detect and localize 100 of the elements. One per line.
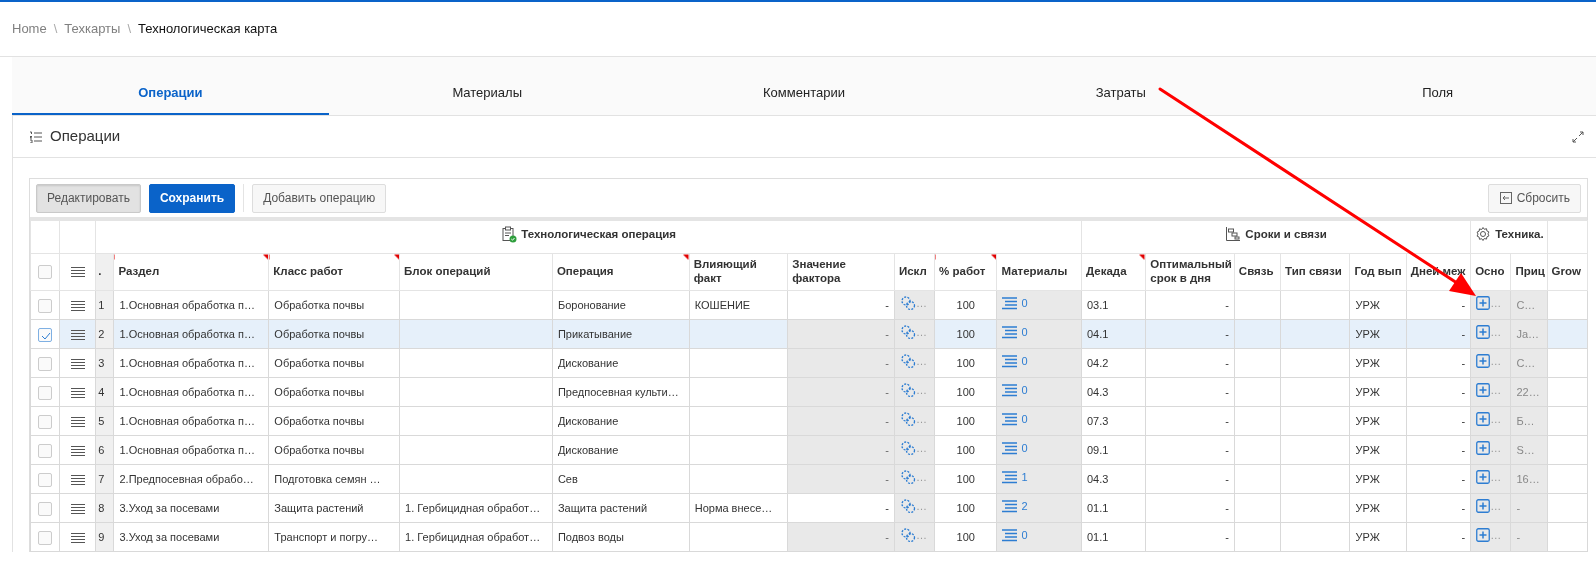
drag-handle-icon[interactable] [70, 386, 85, 399]
add-operation-button[interactable]: Добавить операцию [252, 183, 387, 213]
expand-icon[interactable] [1572, 130, 1584, 143]
column-header[interactable]: Связь [1234, 253, 1281, 291]
list-icon[interactable] [1002, 500, 1018, 514]
drag-handle-icon[interactable] [70, 531, 85, 544]
row-checkbox[interactable] [38, 298, 53, 313]
materials-count[interactable]: 0 [1021, 527, 1028, 544]
table-cell: Дискование [552, 435, 690, 465]
plus-square-icon[interactable] [1476, 412, 1491, 427]
tab[interactable]: Материалы [328, 57, 646, 115]
tab[interactable]: Затраты [962, 57, 1280, 115]
drag-handle-icon[interactable] [70, 444, 85, 457]
table-cell: - [787, 406, 895, 436]
column-header[interactable]: Раздел [113, 253, 269, 291]
chain-link-icon[interactable] [899, 439, 916, 456]
chain-link-icon[interactable] [899, 468, 916, 485]
table-cell: 100 [934, 464, 997, 494]
drag-handle-icon[interactable] [70, 357, 85, 370]
edit-button[interactable]: Редактировать [36, 183, 141, 213]
row-checkbox[interactable] [38, 443, 53, 458]
column-header[interactable]: Класс работ [268, 253, 400, 291]
reset-button[interactable]: Сбросить [1487, 183, 1581, 213]
drag-handle-icon[interactable] [70, 415, 85, 428]
plus-square-icon[interactable] [1476, 383, 1491, 398]
panel-title: Операции [50, 126, 121, 147]
materials-count[interactable]: 2 [1021, 498, 1028, 515]
column-header[interactable]: Блок операций [399, 253, 553, 291]
list-icon[interactable] [1002, 297, 1018, 311]
table-cell: Транспорт и погру… [268, 522, 400, 552]
plus-square-icon[interactable] [1476, 499, 1491, 514]
row-checkbox[interactable] [38, 356, 53, 371]
list-icon[interactable] [1002, 413, 1018, 427]
chain-link-icon[interactable] [899, 381, 916, 398]
menu-icon[interactable] [70, 266, 85, 279]
table-cell: 1.Основная обработка п… [113, 290, 269, 320]
row-checkbox[interactable] [38, 414, 53, 429]
list-icon[interactable] [1002, 529, 1018, 543]
chain-link-icon[interactable] [899, 410, 916, 427]
row-checkbox[interactable] [38, 501, 53, 516]
materials-count[interactable]: 0 [1021, 382, 1028, 399]
select-all-checkbox[interactable] [38, 265, 53, 279]
chain-link-icon[interactable] [899, 526, 916, 543]
column-header[interactable]: Искл [894, 253, 935, 291]
column-header[interactable]: Влияющий факт [689, 253, 788, 291]
plus-square-icon[interactable] [1476, 296, 1491, 311]
column-header[interactable]: % работ [934, 253, 997, 291]
table-cell: - [787, 290, 895, 320]
materials-count[interactable]: 1 [1021, 469, 1028, 486]
cell-text: … [915, 324, 927, 340]
column-header[interactable]: Год вып [1350, 253, 1407, 291]
list-icon[interactable] [1002, 471, 1018, 485]
row-checkbox[interactable] [38, 385, 53, 400]
materials-count[interactable]: 0 [1021, 411, 1028, 428]
plus-square-icon[interactable] [1476, 325, 1491, 340]
column-header[interactable]: Значение фактора [787, 253, 895, 291]
list-icon[interactable] [1002, 326, 1018, 340]
table-cell: - [1145, 319, 1235, 349]
row-checkbox[interactable] [38, 530, 53, 545]
tab[interactable]: Операции [12, 57, 329, 115]
drag-handle-icon[interactable] [70, 299, 85, 312]
materials-count[interactable]: 0 [1021, 353, 1028, 370]
column-header[interactable]: Декада [1081, 253, 1146, 291]
cell-text: … [1490, 412, 1502, 428]
column-header[interactable]: Осно [1470, 253, 1511, 291]
table-cell: - [787, 435, 895, 465]
column-header[interactable]: Тип связи [1280, 253, 1350, 291]
table-cell: 2.Предпосевная обрабо… [113, 464, 269, 494]
materials-count[interactable]: 0 [1021, 324, 1028, 341]
drag-handle-icon[interactable] [70, 328, 85, 341]
cell-text: … [1490, 383, 1502, 399]
plus-square-icon[interactable] [1476, 528, 1491, 543]
drag-handle-icon[interactable] [70, 473, 85, 486]
column-header[interactable]: Grow [1547, 253, 1588, 291]
plus-square-icon[interactable] [1476, 441, 1491, 456]
chain-link-icon[interactable] [899, 497, 916, 514]
list-icon[interactable] [1002, 442, 1018, 456]
drag-handle-icon[interactable] [70, 502, 85, 515]
column-header[interactable]: Операция [552, 253, 690, 291]
save-button[interactable]: Сохранить [148, 183, 236, 213]
chain-link-icon[interactable] [899, 323, 916, 340]
chain-link-icon[interactable] [899, 294, 916, 311]
table-cell: - [787, 522, 895, 552]
materials-count[interactable]: 0 [1021, 440, 1028, 457]
materials-count[interactable]: 0 [1021, 295, 1028, 312]
tab[interactable]: Комментарии [645, 57, 963, 115]
row-checkbox[interactable] [38, 327, 53, 342]
breadcrumb-link[interactable]: Техкарты [64, 19, 121, 39]
breadcrumb-separator: \ [127, 20, 132, 39]
breadcrumb-link[interactable]: Home [12, 19, 47, 39]
plus-square-icon[interactable] [1476, 354, 1491, 369]
chain-link-icon[interactable] [899, 352, 916, 369]
row-checkbox[interactable] [38, 472, 53, 487]
tab[interactable]: Поля [1279, 57, 1596, 115]
plus-square-icon[interactable] [1476, 470, 1491, 485]
column-header[interactable]: Материалы [996, 253, 1082, 291]
list-icon[interactable] [1002, 355, 1018, 369]
column-header[interactable]: Оптимальный срок в дня [1145, 253, 1235, 291]
list-icon[interactable] [1002, 384, 1018, 398]
table-cell: Обработка почвы [268, 435, 400, 465]
